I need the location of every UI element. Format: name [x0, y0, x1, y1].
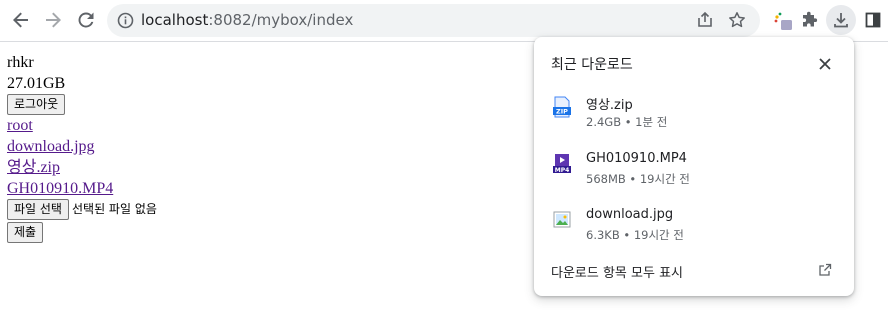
download-item-name: download.jpg — [586, 207, 674, 222]
address-bar[interactable]: localhost:8082/mybox/index — [107, 4, 760, 37]
download-item-meta: 2.4GB • 1분 전 — [586, 115, 668, 129]
downloads-title: 최근 다운로드 — [551, 57, 633, 73]
reload-icon[interactable] — [74, 8, 98, 32]
link-gh010910-mp4[interactable]: GH010910.MP4 — [7, 180, 113, 197]
download-item-name: 영상.zip — [586, 98, 633, 113]
download-item-name: GH010910.MP4 — [586, 151, 687, 166]
back-icon[interactable] — [9, 8, 33, 32]
downloads-bubble: 최근 다운로드 ZIP 영상.zip 2.4GB • 1분 전 MP4 GH01… — [534, 37, 854, 296]
url-path: :8082/mybox/index — [208, 11, 354, 29]
forward-icon[interactable] — [41, 8, 65, 32]
submit-button[interactable]: 제출 — [7, 222, 44, 243]
url-text: localhost:8082/mybox/index — [141, 11, 353, 29]
page-content: rhkr 27.01GB 로그아웃 root download.jpg 영상.z… — [7, 52, 157, 243]
open-in-new-icon[interactable] — [818, 262, 834, 278]
show-all-downloads-link[interactable]: 다운로드 항목 모두 표시 — [551, 262, 683, 281]
extension-badge-icon[interactable] — [772, 9, 794, 31]
link-download-jpg[interactable]: download.jpg — [7, 138, 95, 155]
download-item[interactable]: ZIP 영상.zip 2.4GB • 1분 전 — [534, 94, 854, 144]
file-choose-button[interactable]: 파일 선택 — [7, 199, 69, 220]
file-status-text: 선택된 파일 없음 — [71, 202, 157, 216]
download-item-meta: 6.3KB • 19시간 전 — [586, 228, 684, 242]
url-host: localhost — [141, 11, 209, 29]
zip-icon-label: ZIP — [556, 108, 568, 116]
zip-file-icon: ZIP — [552, 96, 572, 118]
close-icon[interactable] — [815, 54, 835, 74]
image-file-icon — [552, 209, 572, 231]
logout-button[interactable]: 로그아웃 — [7, 94, 66, 115]
download-item[interactable]: MP4 GH010910.MP4 568MB • 19시간 전 — [534, 151, 854, 201]
download-item[interactable]: download.jpg 6.3KB • 19시간 전 — [534, 207, 854, 257]
side-panel-icon[interactable] — [862, 9, 884, 31]
link-video-zip[interactable]: 영상.zip — [7, 159, 60, 176]
downloads-button[interactable] — [826, 5, 856, 35]
download-item-meta: 568MB • 19시간 전 — [586, 172, 690, 186]
site-info-icon[interactable] — [117, 12, 134, 29]
share-icon[interactable] — [695, 10, 715, 30]
mp4-file-icon: MP4 — [552, 153, 572, 175]
username-text: rhkr — [7, 54, 34, 71]
link-root[interactable]: root — [7, 117, 33, 134]
bookmark-star-icon[interactable] — [727, 10, 747, 30]
storage-text: 27.01GB — [7, 75, 66, 92]
browser-toolbar: localhost:8082/mybox/index — [0, 0, 888, 42]
download-icon — [834, 13, 848, 28]
extensions-puzzle-icon[interactable] — [798, 9, 820, 31]
mp4-icon-label: MP4 — [555, 167, 570, 174]
